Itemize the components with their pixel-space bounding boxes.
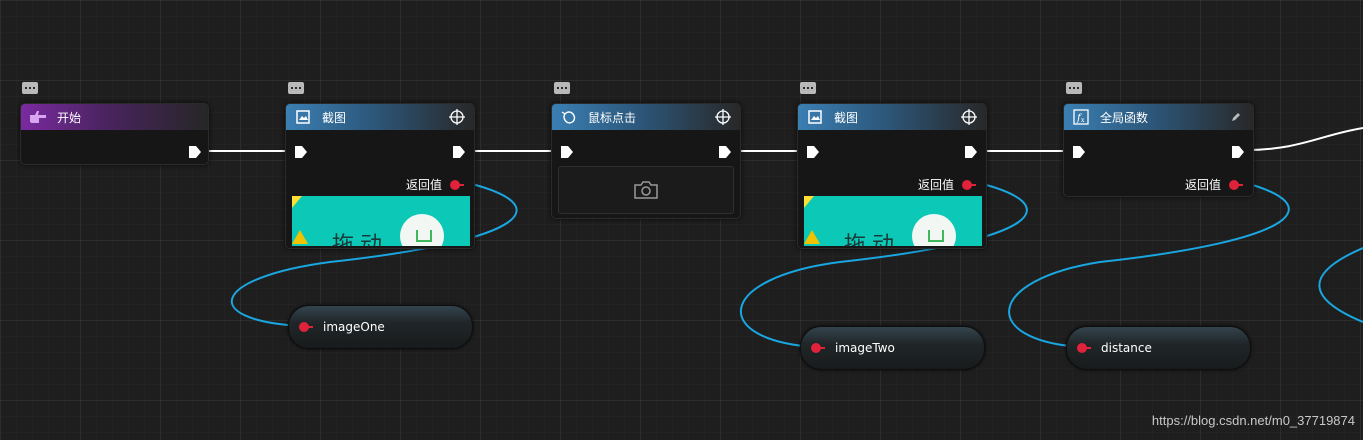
exec-output-pin[interactable] (718, 145, 732, 159)
variable-label: distance (1101, 341, 1152, 355)
variable-input-pin[interactable] (299, 322, 313, 332)
crosshair-icon[interactable] (714, 108, 732, 126)
node-screenshot-2-header[interactable]: 截图 (798, 104, 986, 130)
node-global-function-header[interactable]: fx 全局函数 (1064, 104, 1253, 130)
function-icon: fx (1070, 106, 1092, 128)
data-wire-distance (1008, 181, 1290, 348)
mouse-click-icon (558, 106, 580, 128)
variable-node-imagetwo[interactable]: imageTwo (800, 326, 985, 370)
return-value-pin[interactable] (450, 179, 464, 190)
screenshot-thumbnail: 拖动 (804, 196, 982, 246)
camera-icon (634, 181, 658, 199)
comment-icon[interactable] (554, 82, 570, 94)
exec-wire-function-out (1244, 127, 1363, 151)
node-title: 截图 (322, 110, 347, 125)
thumbnail-text: 拖动 (844, 233, 901, 246)
node-title: 鼠标点击 (588, 110, 637, 125)
node-mouse-click[interactable]: 鼠标点击 (551, 103, 741, 219)
node-screenshot-1[interactable]: 截图 返回值 拖动 (285, 103, 475, 249)
comment-icon[interactable] (1066, 82, 1082, 94)
return-value-label: 返回值 (1184, 178, 1221, 192)
crosshair-icon[interactable] (448, 108, 466, 126)
return-value-row: 返回值 (1184, 176, 1243, 193)
data-wire-offscreen (1318, 247, 1363, 323)
node-mouse-click-header[interactable]: 鼠标点击 (552, 104, 740, 130)
exec-output-pin[interactable] (964, 145, 978, 159)
star-icon (804, 230, 820, 244)
pointing-hand-icon (27, 106, 49, 128)
crosshair-icon[interactable] (960, 108, 978, 126)
node-start[interactable]: 开始 (20, 103, 209, 165)
node-title: 截图 (834, 110, 859, 125)
return-value-row: 返回值 (405, 176, 464, 193)
comment-icon[interactable] (288, 82, 304, 94)
node-screenshot-1-header[interactable]: 截图 (286, 104, 474, 130)
svg-text:x: x (1081, 117, 1085, 124)
return-value-row: 返回值 (917, 176, 976, 193)
exec-input-pin[interactable] (1072, 145, 1086, 159)
cursor-icon (804, 196, 814, 208)
node-title: 开始 (57, 110, 82, 125)
variable-input-pin[interactable] (1077, 343, 1091, 353)
exec-output-pin[interactable] (188, 145, 202, 159)
screenshot-thumbnail: 拖动 (292, 196, 470, 246)
slider-handle-icon (400, 214, 444, 246)
edit-pencil-icon[interactable] (1227, 108, 1245, 126)
variable-node-imageone[interactable]: imageOne (288, 305, 473, 349)
comment-icon[interactable] (22, 82, 38, 94)
variable-node-distance[interactable]: distance (1066, 326, 1251, 370)
node-screenshot-2[interactable]: 截图 返回值 拖动 (797, 103, 987, 249)
cursor-icon (292, 196, 302, 208)
node-global-function[interactable]: fx 全局函数 返回值 (1063, 103, 1254, 197)
return-value-label: 返回值 (917, 178, 954, 192)
slider-handle-icon (912, 214, 956, 246)
comment-icon[interactable] (800, 82, 816, 94)
exec-output-pin[interactable] (452, 145, 466, 159)
variable-label: imageOne (323, 320, 385, 334)
screenshot-icon (292, 106, 314, 128)
exec-output-pin[interactable] (1231, 145, 1245, 159)
return-value-pin[interactable] (962, 179, 976, 190)
return-value-label: 返回值 (405, 178, 442, 192)
star-icon (292, 230, 308, 244)
screenshot-icon (804, 106, 826, 128)
thumbnail-text: 拖动 (332, 233, 389, 246)
exec-input-pin[interactable] (560, 145, 574, 159)
return-value-pin[interactable] (1229, 179, 1243, 190)
node-title: 全局函数 (1100, 110, 1149, 125)
capture-target-box[interactable] (558, 166, 734, 214)
node-start-header[interactable]: 开始 (21, 104, 208, 130)
wire-layer (199, 127, 1363, 348)
watermark: https://blog.csdn.net/m0_37719874 (1151, 413, 1355, 428)
variable-input-pin[interactable] (811, 343, 825, 353)
variable-label: imageTwo (835, 341, 895, 355)
exec-input-pin[interactable] (294, 145, 308, 159)
exec-input-pin[interactable] (806, 145, 820, 159)
